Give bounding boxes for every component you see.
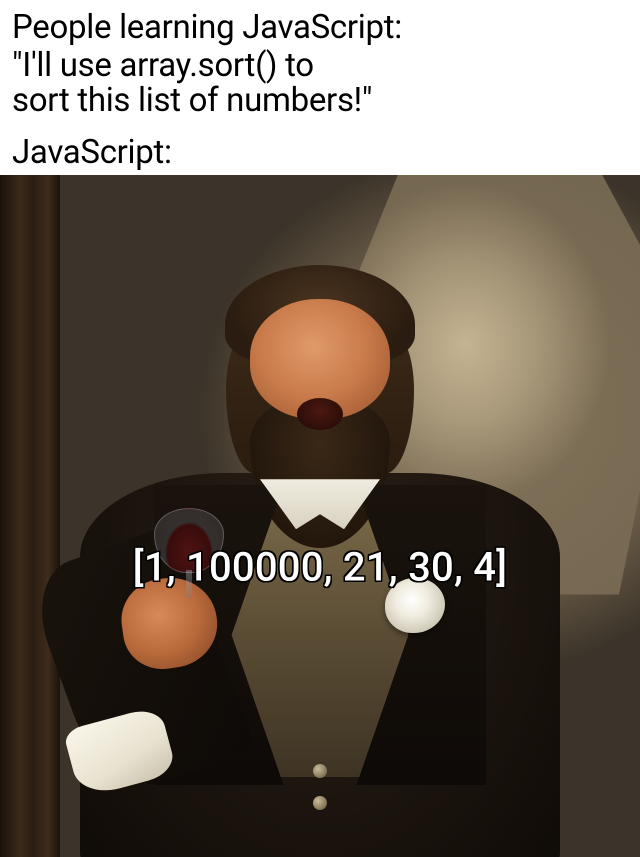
quote-line-2: sort this list of numbers!" bbox=[12, 81, 372, 120]
quote-line-1: "I'll use array.sort() to bbox=[12, 46, 314, 85]
setup-line-1: People learning JavaScript: bbox=[12, 10, 628, 46]
mouth-open bbox=[297, 398, 343, 430]
scene-background bbox=[0, 175, 640, 857]
meme-top-text: People learning JavaScript: "I'll use ar… bbox=[0, 0, 640, 175]
pillar bbox=[0, 175, 60, 857]
meme-container: People learning JavaScript: "I'll use ar… bbox=[0, 0, 640, 857]
response-label: JavaScript: bbox=[12, 135, 628, 171]
setup-quote: "I'll use array.sort() to sort this list… bbox=[12, 48, 628, 119]
punchline-caption: [1, 100000, 21, 30, 4] bbox=[133, 543, 507, 590]
vest-button bbox=[313, 764, 327, 778]
vest-button bbox=[313, 796, 327, 810]
meme-image: [1, 100000, 21, 30, 4] bbox=[0, 175, 640, 857]
vest-buttons bbox=[313, 764, 327, 810]
